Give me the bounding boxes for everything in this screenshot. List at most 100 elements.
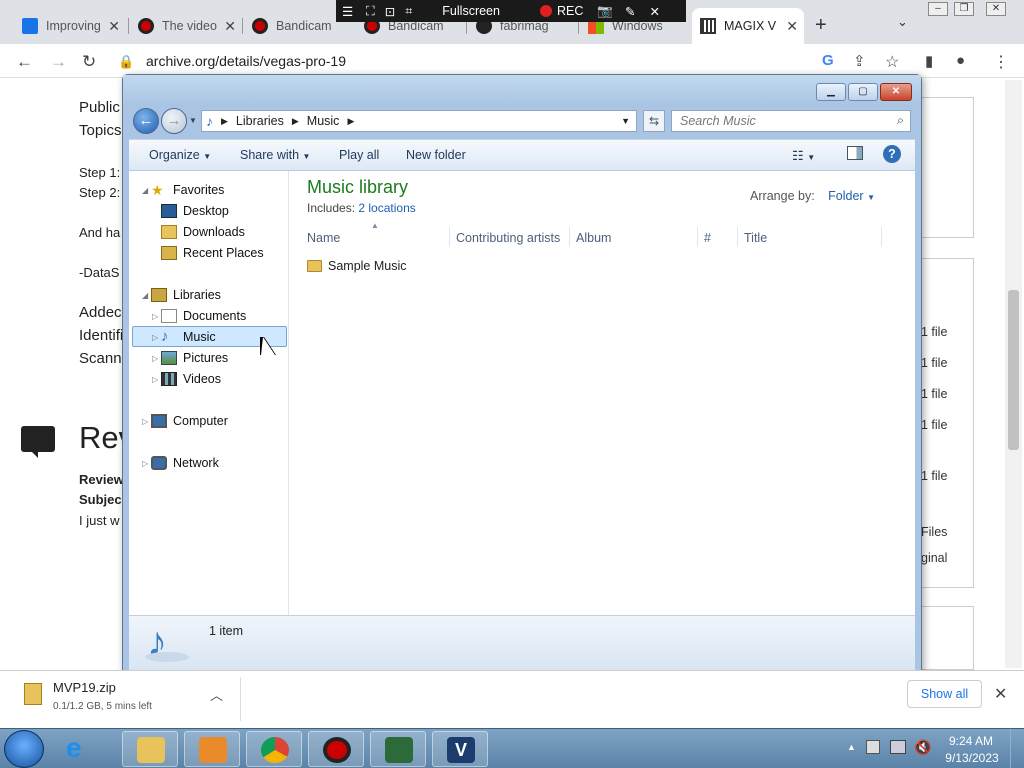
taskbar-media-player[interactable] <box>184 731 240 767</box>
file-count-link[interactable]: 1 file <box>921 325 947 339</box>
lock-icon[interactable]: 🔒 <box>118 54 134 70</box>
locations-link[interactable]: 2 locations <box>358 201 415 215</box>
minimize-icon[interactable]: – <box>928 2 948 16</box>
volume-muted-icon[interactable]: 🔇 <box>914 739 931 756</box>
taskbar-vegas[interactable]: V <box>432 731 488 767</box>
breadcrumb-music[interactable]: Music <box>307 114 340 128</box>
close-icon[interactable]: ✕ <box>986 2 1006 16</box>
breadcrumb-separator-icon[interactable]: ▶ <box>221 116 228 127</box>
nav-item-favorites[interactable]: ★ Favorites <box>151 183 224 197</box>
refresh-icon[interactable]: ⇆ <box>643 110 665 132</box>
maximize-icon[interactable]: ❐ <box>954 2 974 16</box>
new-tab-icon[interactable]: + <box>815 14 827 37</box>
expand-arrow-icon[interactable]: ▷ <box>152 354 158 363</box>
organize-button[interactable]: Organize ▼ <box>149 148 211 162</box>
taskbar-explorer[interactable] <box>122 731 178 767</box>
explorer-titlebar[interactable]: ▁ ▢ ✕ <box>123 75 921 105</box>
reload-icon[interactable]: ↻ <box>82 52 96 72</box>
expand-arrow-icon[interactable]: ▷ <box>152 333 158 342</box>
play-all-button[interactable]: Play all <box>339 148 379 162</box>
expand-arrow-icon[interactable]: ▷ <box>142 417 148 426</box>
expand-arrow-icon[interactable]: ▷ <box>152 312 158 321</box>
arrange-by-dropdown[interactable]: Folder ▼ <box>828 189 875 203</box>
minimize-icon[interactable]: ▁ <box>816 83 846 101</box>
share-icon[interactable]: ⇪ <box>853 52 866 70</box>
column-header-number[interactable]: # <box>704 231 711 245</box>
record-icon[interactable] <box>539 5 552 17</box>
tray-time[interactable]: 9:24 AM <box>946 734 996 748</box>
bookmark-star-icon[interactable]: ☆ <box>885 52 899 72</box>
list-item[interactable]: Sample Music <box>307 259 407 273</box>
column-header-name[interactable]: Name <box>307 231 340 245</box>
forward-arrow-icon[interactable]: → <box>161 108 187 134</box>
nav-item-network[interactable]: Network <box>151 456 219 470</box>
browser-tab[interactable]: The video ✕ <box>130 8 242 44</box>
network-tray-icon[interactable] <box>890 740 906 754</box>
file-count-link[interactable]: 1 file <box>921 418 947 432</box>
browser-tab[interactable]: Improving ✕ <box>14 8 126 44</box>
fullscreen-mode-icon[interactable]: ⛶ <box>366 4 375 19</box>
url-field[interactable]: archive.org/details/vegas-pro-19 <box>146 53 346 69</box>
menu-icon[interactable]: ☰ <box>342 4 356 19</box>
share-with-button[interactable]: Share with ▼ <box>240 148 310 162</box>
maximize-icon[interactable]: ▢ <box>848 83 878 101</box>
search-icon[interactable]: ⌕ <box>897 113 904 128</box>
file-count-link[interactable]: 1 file <box>921 356 947 370</box>
start-button[interactable] <box>4 730 44 768</box>
close-icon[interactable]: ✕ <box>880 83 912 101</box>
column-header-album[interactable]: Album <box>576 231 611 245</box>
expand-arrow-icon[interactable]: ▷ <box>142 459 148 468</box>
tab-search-chevron-icon[interactable]: ⌄ <box>897 14 908 30</box>
breadcrumb-libraries[interactable]: Libraries <box>236 114 284 128</box>
camera-icon[interactable]: 📷 <box>597 4 613 19</box>
tab-close-icon[interactable]: ✕ <box>108 18 120 35</box>
breadcrumb[interactable]: ♪ ▶ Libraries ▶ Music ▶ ▼ <box>201 110 637 132</box>
view-options-icon[interactable]: ☷ ▼ <box>792 148 815 164</box>
tab-close-icon[interactable]: ✕ <box>786 18 798 35</box>
nav-item-videos[interactable]: Videos <box>161 372 221 386</box>
show-desktop-button[interactable] <box>1010 729 1024 768</box>
collapse-arrow-icon[interactable]: ◢ <box>142 186 148 195</box>
new-folder-button[interactable]: New folder <box>406 148 466 162</box>
taskbar-bandicam[interactable] <box>308 731 364 767</box>
back-arrow-icon[interactable]: ← <box>133 108 159 134</box>
nav-item-downloads[interactable]: Downloads <box>161 225 245 239</box>
preview-pane-icon[interactable] <box>847 146 863 160</box>
pencil-icon[interactable]: ✎ <box>625 4 635 19</box>
breadcrumb-separator-icon[interactable]: ▶ <box>292 116 299 127</box>
file-count-link[interactable]: 1 file <box>921 387 947 401</box>
scrollbar-thumb[interactable] <box>1008 290 1019 450</box>
taskbar-task-manager[interactable] <box>370 731 426 767</box>
collapse-arrow-icon[interactable]: ◢ <box>142 291 148 300</box>
taskbar-chrome[interactable] <box>246 731 302 767</box>
close-icon[interactable]: ✕ <box>649 4 659 19</box>
tab-close-icon[interactable]: ✕ <box>224 18 236 35</box>
help-icon[interactable]: ? <box>883 145 901 163</box>
original-link[interactable]: ginal <box>921 551 947 565</box>
profile-icon[interactable]: ● <box>956 52 965 69</box>
download-file-name[interactable]: MVP19.zip <box>53 680 116 695</box>
column-header-title[interactable]: Title <box>744 231 767 245</box>
browser-tab-active[interactable]: MAGIX V ✕ <box>692 8 804 44</box>
nav-item-pictures[interactable]: Pictures <box>161 351 228 365</box>
show-all-button[interactable]: Show all <box>907 680 982 708</box>
recent-pages-chevron-icon[interactable]: ▼ <box>189 116 197 125</box>
google-icon[interactable]: G <box>822 52 834 69</box>
nav-item-computer[interactable]: Computer <box>151 414 228 428</box>
browser-menu-icon[interactable]: ⋮ <box>993 52 1009 72</box>
side-panel-icon[interactable]: ▮ <box>925 52 933 70</box>
nav-item-recent-places[interactable]: Recent Places <box>161 246 264 260</box>
expand-arrow-icon[interactable]: ▷ <box>152 375 158 384</box>
region-select-icon[interactable]: ⊡ <box>385 4 395 19</box>
forward-icon[interactable]: → <box>50 52 67 72</box>
browser-tab[interactable]: Bandicam <box>244 8 344 44</box>
all-files-link[interactable]: Files <box>921 525 947 539</box>
chevron-up-icon[interactable]: ︿ <box>210 685 223 704</box>
search-input[interactable]: Search Music ⌕ <box>671 110 911 132</box>
tray-chevron-icon[interactable]: ▲ <box>847 742 856 752</box>
internet-explorer-icon[interactable]: e <box>66 733 82 763</box>
nav-item-music[interactable]: ♪ Music <box>161 329 216 344</box>
crop-icon[interactable]: ⌗ <box>405 4 412 19</box>
action-center-icon[interactable] <box>866 740 880 754</box>
column-header-artists[interactable]: Contributing artists <box>456 231 560 245</box>
